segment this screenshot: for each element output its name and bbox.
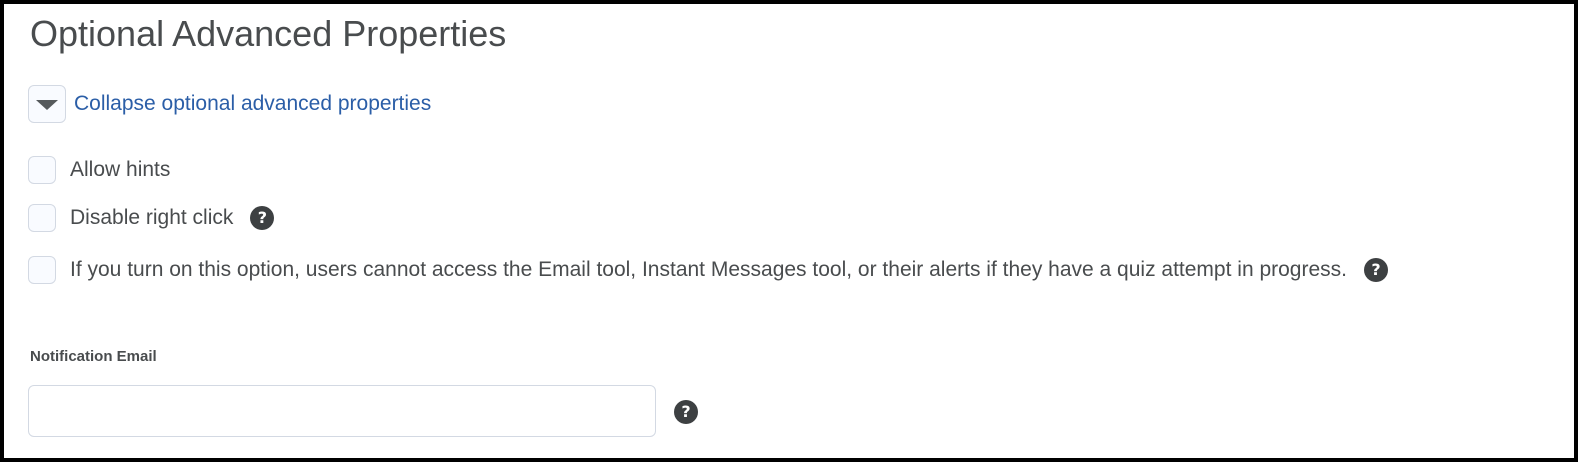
caret-down-icon bbox=[36, 100, 58, 110]
disable-right-click-checkbox[interactable] bbox=[28, 204, 56, 232]
advanced-properties-panel: Optional Advanced Properties Collapse op… bbox=[0, 0, 1578, 462]
help-icon[interactable]: ? bbox=[1364, 258, 1388, 282]
option-block-email-im: If you turn on this option, users cannot… bbox=[28, 254, 1388, 286]
block-email-im-label[interactable]: If you turn on this option, users cannot… bbox=[70, 258, 1347, 282]
option-disable-right-click: Disable right click ? bbox=[28, 202, 275, 234]
notification-email-label: Notification Email bbox=[30, 348, 157, 365]
allow-hints-label[interactable]: Allow hints bbox=[70, 158, 170, 182]
collapse-link[interactable]: Collapse optional advanced properties bbox=[74, 92, 431, 116]
section-title: Optional Advanced Properties bbox=[30, 13, 507, 54]
help-icon[interactable]: ? bbox=[674, 400, 698, 424]
collapse-toggle[interactable]: Collapse optional advanced properties bbox=[28, 84, 431, 124]
help-icon[interactable]: ? bbox=[250, 206, 275, 230]
collapse-button[interactable] bbox=[28, 85, 66, 123]
disable-right-click-label[interactable]: Disable right click bbox=[70, 206, 233, 230]
option-allow-hints: Allow hints bbox=[28, 154, 170, 186]
allow-hints-checkbox[interactable] bbox=[28, 156, 56, 184]
block-email-im-checkbox[interactable] bbox=[28, 256, 56, 284]
notification-email-input[interactable] bbox=[28, 385, 656, 437]
